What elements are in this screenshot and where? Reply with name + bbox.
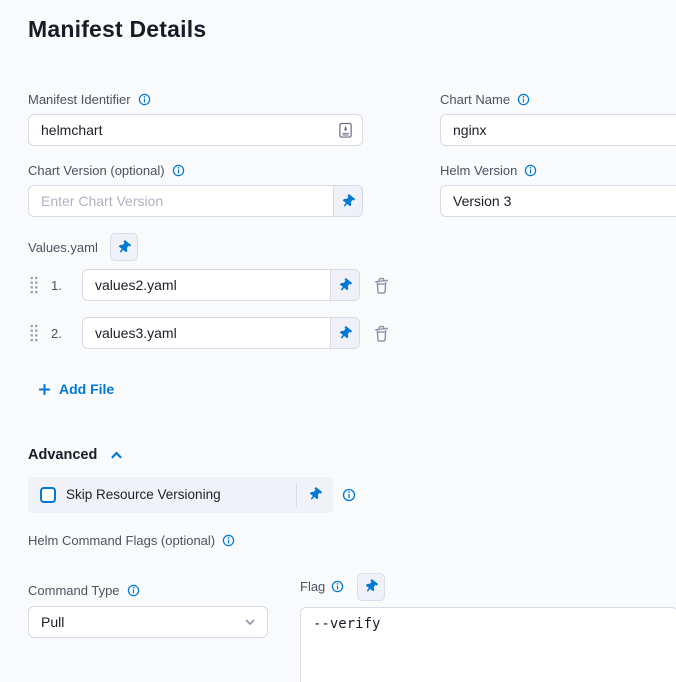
- skip-resource-versioning-row: Skip Resource Versioning: [28, 477, 676, 513]
- chevron-down-icon: [243, 615, 257, 629]
- chart-name-input-wrap: [440, 114, 676, 146]
- flag-textarea[interactable]: --verify: [300, 607, 676, 682]
- pin-icon[interactable]: [330, 318, 359, 348]
- pin-icon[interactable]: [110, 233, 138, 261]
- row-index: 1.: [51, 278, 71, 293]
- info-icon[interactable]: [331, 580, 344, 593]
- plus-icon: [38, 383, 51, 396]
- pin-icon[interactable]: [357, 573, 385, 601]
- flag-field: Flag --verify: [300, 573, 676, 682]
- helm-version-select[interactable]: Version 3: [440, 185, 676, 217]
- command-type-label: Command Type: [28, 583, 120, 598]
- manifest-identifier-input[interactable]: [29, 115, 338, 145]
- skip-resource-versioning-box: Skip Resource Versioning: [28, 477, 333, 513]
- page-title: Manifest Details: [28, 16, 676, 43]
- add-file-label: Add File: [59, 381, 114, 397]
- manifest-identifier-field: Manifest Identifier: [28, 91, 363, 146]
- helm-version-value: Version 3: [453, 193, 511, 209]
- pin-icon[interactable]: [333, 186, 362, 216]
- chart-name-input[interactable]: [441, 115, 676, 145]
- helm-command-flags-header: Helm Command Flags (optional): [28, 533, 676, 549]
- info-icon[interactable]: [524, 164, 537, 177]
- chart-version-input[interactable]: [29, 186, 333, 216]
- chevron-up-icon: [109, 448, 124, 462]
- info-icon[interactable]: [138, 93, 151, 106]
- pin-icon[interactable]: [330, 270, 359, 300]
- values-yaml-label: Values.yaml: [28, 240, 98, 255]
- manifest-identifier-input-wrap: [28, 114, 363, 146]
- info-icon[interactable]: [342, 488, 356, 502]
- values-file-input[interactable]: [83, 270, 330, 300]
- flag-label: Flag: [300, 579, 325, 594]
- manifest-identifier-label: Manifest Identifier: [28, 92, 131, 107]
- chart-version-input-wrap: [28, 185, 363, 217]
- chart-version-field: Chart Version (optional): [28, 162, 363, 217]
- edit-identifier-icon[interactable]: [338, 122, 362, 139]
- pin-icon[interactable]: [297, 488, 333, 501]
- chart-name-label: Chart Name: [440, 92, 510, 107]
- skip-resource-versioning-checkbox[interactable]: [40, 487, 56, 503]
- values-file-row: 1.: [28, 269, 676, 301]
- helm-version-field: Helm Version Version 3: [440, 162, 676, 217]
- values-file-row: 2.: [28, 317, 676, 349]
- manifest-details-panel: Manifest Details Manifest Identifier Cha…: [0, 0, 676, 682]
- info-icon[interactable]: [222, 534, 235, 547]
- command-type-value: Pull: [41, 614, 243, 630]
- info-icon[interactable]: [172, 164, 185, 177]
- form-row-1: Manifest Identifier Chart Name: [28, 91, 676, 146]
- chart-version-label: Chart Version (optional): [28, 163, 165, 178]
- advanced-label: Advanced: [28, 447, 97, 463]
- advanced-section-toggle[interactable]: Advanced: [28, 447, 676, 463]
- info-icon[interactable]: [517, 93, 530, 106]
- row-index: 2.: [51, 326, 71, 341]
- command-type-select[interactable]: Pull: [28, 606, 268, 638]
- add-file-button[interactable]: Add File: [38, 381, 114, 397]
- delete-file-button[interactable]: [372, 324, 391, 343]
- values-file-input-wrap: [82, 317, 360, 349]
- drag-handle-icon[interactable]: [30, 276, 38, 294]
- command-flag-row: Command Type Pull Flag --verify: [28, 573, 676, 682]
- command-type-field: Command Type Pull: [28, 573, 300, 682]
- helm-command-flags-label: Helm Command Flags (optional): [28, 533, 215, 548]
- drag-handle-icon[interactable]: [30, 324, 38, 342]
- form-row-2: Chart Version (optional) Helm Version Ve…: [28, 162, 676, 217]
- delete-file-button[interactable]: [372, 276, 391, 295]
- info-icon[interactable]: [127, 584, 140, 597]
- chart-name-field: Chart Name: [440, 91, 676, 146]
- values-file-input-wrap: [82, 269, 360, 301]
- values-yaml-section: Values.yaml 1. 2. Add File: [28, 233, 676, 401]
- skip-resource-versioning-label: Skip Resource Versioning: [66, 487, 296, 502]
- values-file-input[interactable]: [83, 318, 330, 348]
- helm-version-label: Helm Version: [440, 163, 517, 178]
